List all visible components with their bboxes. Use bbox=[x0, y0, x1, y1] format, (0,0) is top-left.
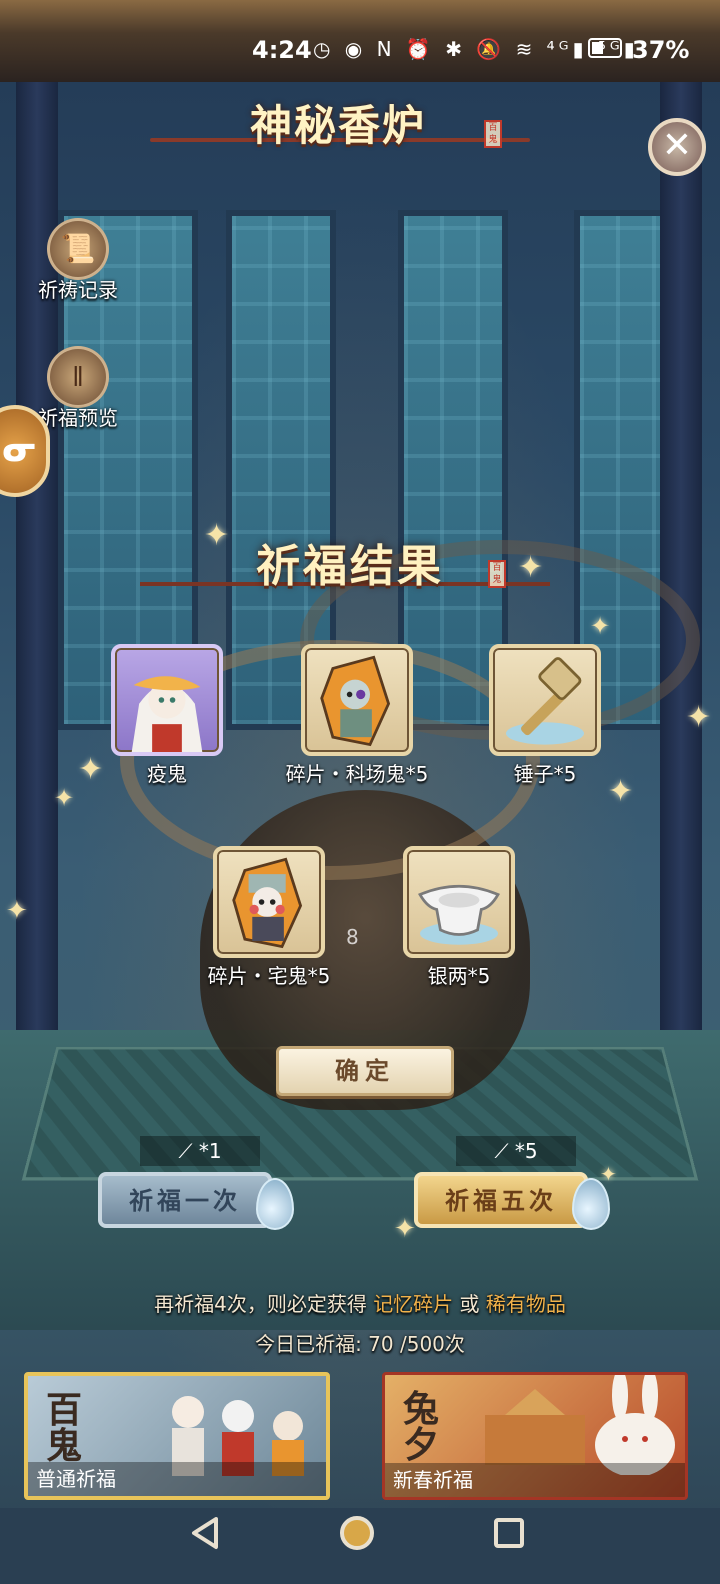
pray-once-button[interactable]: 祈福一次 bbox=[98, 1172, 272, 1228]
sparkle-icon: ✦ bbox=[590, 612, 611, 640]
reward-item[interactable]: 碎片・宅鬼*5 bbox=[184, 846, 354, 988]
incense-stick-icon: ⟋ bbox=[178, 1139, 193, 1163]
battery-percent: 37% bbox=[632, 36, 690, 64]
silver-ingot-icon bbox=[418, 884, 500, 945]
recent-apps-icon[interactable] bbox=[494, 1518, 524, 1548]
incense-stick-icon: ⟋ bbox=[494, 1139, 509, 1163]
home-icon[interactable] bbox=[340, 1516, 374, 1550]
close-icon: ✕ bbox=[661, 125, 693, 166]
reward-item[interactable]: 碎片・科场鬼*5 bbox=[272, 644, 442, 786]
pool-normal-card[interactable]: 百鬼 普通祈福 bbox=[24, 1372, 330, 1500]
shard-portrait-icon bbox=[320, 655, 391, 747]
pray-once-cost: ⟋ *1 bbox=[140, 1136, 260, 1166]
sparkle-icon: ✦ bbox=[518, 550, 544, 585]
hint-or: 或 bbox=[459, 1292, 480, 1316]
reward-frame bbox=[403, 846, 515, 958]
reward-name: 碎片・科场鬼*5 bbox=[285, 762, 429, 786]
result-title: 祈福结果 bbox=[256, 541, 444, 592]
reward-name: 疫鬼 bbox=[147, 762, 187, 786]
title-seal: 百鬼 bbox=[484, 120, 502, 148]
guarantee-hint: 再祈福4次，则必定获得 记忆碎片 或 稀有物品 bbox=[0, 1288, 720, 1317]
reward-frame bbox=[111, 644, 223, 756]
reward-frame bbox=[489, 644, 601, 756]
hint-rare-item: 稀有物品 bbox=[485, 1292, 566, 1316]
hint-memory-shard: 记忆碎片 bbox=[373, 1292, 454, 1316]
close-button[interactable]: ✕ bbox=[648, 118, 706, 176]
battery-icon bbox=[588, 38, 622, 58]
reward-name: 碎片・宅鬼*5 bbox=[207, 964, 331, 988]
result-seal: 百鬼 bbox=[488, 560, 506, 588]
sparkle-icon: ✦ bbox=[600, 1162, 617, 1186]
pray-five-button[interactable]: 祈福五次 bbox=[414, 1172, 588, 1228]
pool-normal-label: 普通祈福 bbox=[28, 1462, 326, 1496]
status-bar: 4:24 ◷ ◉ N ⏰ ✱ 🔕 ≋ ⁴ᴳ▮ ⁵ᴳ▮ 37% bbox=[0, 0, 720, 82]
reward-item[interactable]: 锤子*5 bbox=[460, 644, 630, 786]
sparkle-icon: ✦ bbox=[204, 518, 230, 553]
pillar bbox=[660, 80, 702, 1080]
pray-five-cost: ⟋ *5 bbox=[456, 1136, 576, 1166]
ghost-group-icon bbox=[172, 1396, 304, 1476]
scroll-icon: 📜 bbox=[47, 218, 109, 280]
reward-name: 银两*5 bbox=[427, 964, 491, 988]
pool-spring-badge: 兔夕 bbox=[403, 1388, 440, 1466]
sparkle-icon: ✦ bbox=[6, 896, 28, 926]
hammer-icon bbox=[506, 657, 584, 745]
reward-overlay-count: 8 bbox=[346, 925, 359, 949]
page-title: 神秘香炉 bbox=[250, 101, 427, 150]
pool-spring-card[interactable]: 兔夕 新春祈福 bbox=[382, 1372, 688, 1500]
status-time: 4:24 bbox=[252, 36, 312, 64]
prayer-record-button[interactable]: 📜 祈祷记录 bbox=[28, 218, 128, 303]
prayer-record-label: 祈祷记录 bbox=[38, 278, 118, 302]
pool-spring-label: 新春祈福 bbox=[385, 1463, 685, 1497]
reward-frame bbox=[301, 644, 413, 756]
edge-tab[interactable]: ᓂ bbox=[0, 405, 50, 497]
reward-name: 锤子*5 bbox=[513, 762, 577, 786]
pray-once-cost-value: *1 bbox=[198, 1139, 222, 1163]
reward-item[interactable]: 银两*5 bbox=[374, 846, 544, 988]
sparkle-icon: ✦ bbox=[54, 784, 75, 812]
title-banner: 神秘香炉 bbox=[150, 92, 530, 156]
edge-tab-icon: ᓂ bbox=[2, 429, 38, 470]
reward-item[interactable]: 疫鬼 bbox=[82, 644, 252, 786]
shard-portrait-icon bbox=[232, 857, 303, 949]
hint-prefix: 再祈福4次，则必定获得 bbox=[154, 1292, 367, 1316]
sparkle-icon: ✦ bbox=[394, 1214, 416, 1244]
incense-icon: 𝍪 bbox=[47, 346, 109, 408]
today-pray-count: 今日已祈福: 70 /500次 bbox=[255, 1332, 465, 1356]
pool-normal-badge: 百鬼 bbox=[46, 1389, 83, 1467]
pray-five-cost-value: *5 bbox=[514, 1139, 538, 1163]
sparkle-icon: ✦ bbox=[686, 700, 712, 735]
reward-frame bbox=[213, 846, 325, 958]
rabbit-mascot-icon bbox=[485, 1375, 675, 1475]
ghost-portrait-icon bbox=[131, 676, 203, 752]
back-icon[interactable] bbox=[190, 1516, 220, 1550]
confirm-button[interactable]: 确定 bbox=[276, 1046, 454, 1096]
